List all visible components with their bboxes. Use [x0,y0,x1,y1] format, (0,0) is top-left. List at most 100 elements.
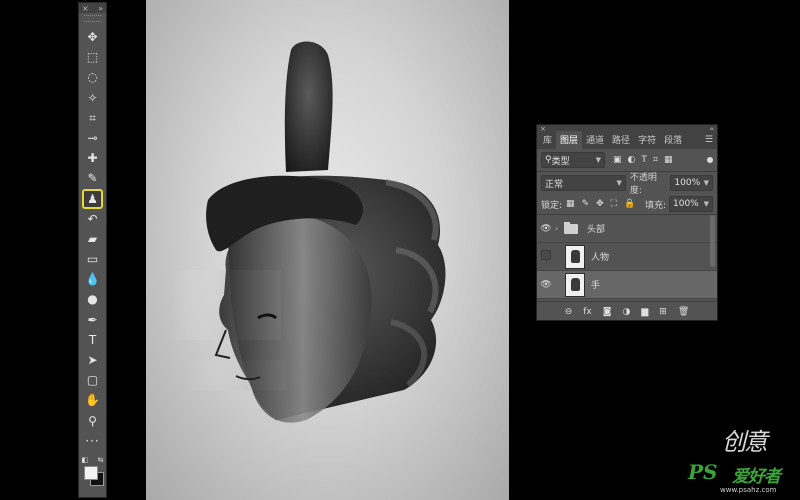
blend-mode-value: 正常 [545,179,564,190]
tools-panel-header: × » [79,3,106,13]
layer-row-selected[interactable]: 👁 手 [537,271,717,299]
lock-icons: ▦ ✎ ✥ ⛶ 🔒 [566,199,635,209]
lock-position-icon[interactable]: ✥ [596,199,604,209]
clone-stamp-tool-icon[interactable]: ♟ [82,188,103,209]
fill-label: 填充: [644,200,666,211]
tab-character[interactable]: 字符 [634,131,660,149]
visibility-eye-icon[interactable]: 👁 [537,224,555,234]
dodge-tool-icon[interactable]: ● [83,290,102,308]
chevron-right-icon[interactable]: › [555,224,564,233]
lock-transparent-pixels-icon[interactable]: ▦ [566,199,575,209]
adjustment-layer-icon[interactable]: ◑ [623,307,631,317]
layer-style-fx-icon[interactable]: fx [583,307,592,317]
layer-row[interactable]: 人物 [537,243,717,271]
fill-field[interactable]: 100% ▼ [669,196,713,212]
thumb-shape [284,41,333,172]
search-icon: ⚲ [545,155,552,165]
opacity-value: 100% [674,178,701,188]
lock-image-pixels-icon[interactable]: ✎ [582,199,590,209]
tool-list: ✥ ⬚ ◌ ✧ ⌗ ⊸ ✚ ✎ ♟ ↶ ▰ ▭ 💧 ● ✒ T ➤ ▢ ✋ ⚲ [79,28,106,430]
eraser-tool-icon[interactable]: ▰ [83,230,102,248]
layer-thumbnail [565,244,585,269]
folder-icon [564,221,578,234]
visibility-off-box[interactable] [537,250,555,263]
rectangle-tool-icon[interactable]: ▢ [83,371,102,389]
layers-panel: × « 库 图层 通道 路径 字符 段落 ☰ ⚲ 类型 ▼ ▣ ◐ T ⌗ ▦ … [537,125,717,320]
color-swatches: ◧ ⇆ [82,456,104,486]
tools-panel-grip[interactable] [84,15,101,22]
watermark-brand-text: 创意 [722,428,768,456]
foreground-color-swatch[interactable] [83,465,98,480]
watermark-url: www.psahz.com [720,486,777,494]
panel-tabs: 库 图层 通道 路径 字符 段落 ☰ [537,131,717,149]
layer-filter-row: ⚲ 类型 ▼ ▣ ◐ T ⌗ ▦ [537,149,717,172]
new-layer-icon[interactable]: ⊞ [659,307,667,317]
filter-toggle[interactable] [707,157,713,163]
marquee-tool-icon[interactable]: ⬚ [83,48,102,66]
path-selection-tool-icon[interactable]: ➤ [83,351,102,369]
document-canvas[interactable] [146,0,509,500]
filter-shape-icon[interactable]: ⌗ [653,155,658,165]
magic-wand-tool-icon[interactable]: ✧ [83,89,102,107]
chevron-down-icon: ▼ [616,179,622,187]
edit-toolbar-button[interactable]: ··· [83,432,102,450]
layer-list: 👁 › 头部 人物 👁 手 [537,215,717,299]
layer-row-group[interactable]: 👁 › 头部 [537,215,717,243]
canvas-artwork [171,41,446,423]
chevron-down-icon: ▼ [703,179,709,187]
add-mask-icon[interactable]: ◙ [603,307,612,317]
layer-name[interactable]: 手 [591,278,600,291]
close-icon[interactable]: × [82,4,89,13]
blur-tool-icon[interactable]: 💧 [83,270,102,288]
swap-colors-icon[interactable]: ⇆ [98,456,104,464]
lock-artboard-icon[interactable]: ⛶ [611,199,617,209]
zoom-tool-icon[interactable]: ⚲ [83,412,102,430]
tab-layers[interactable]: 图层 [556,131,583,149]
filter-kind-dropdown[interactable]: ⚲ 类型 ▼ [541,152,605,168]
tab-libraries[interactable]: 库 [539,131,556,149]
hand-tool-icon[interactable]: ✋ [83,391,102,409]
new-group-icon[interactable]: ▆ [641,307,648,317]
collapse-icon[interactable]: » [98,4,103,13]
tab-paths[interactable]: 路径 [608,131,634,149]
filter-pixel-icon[interactable]: ▣ [613,155,622,165]
collapse-icon[interactable]: « [710,125,714,133]
tools-panel: × » ✥ ⬚ ◌ ✧ ⌗ ⊸ ✚ ✎ ♟ ↶ ▰ ▭ 💧 ● ✒ T ➤ ▢ ✋ ⚲ ··· ◧ ⇆ [79,3,106,497]
lock-row: 锁定: ▦ ✎ ✥ ⛶ 🔒 填充: 100% ▼ [537,194,717,215]
trash-icon[interactable]: 🗑 [678,307,689,317]
chevron-down-icon: ▼ [703,200,709,208]
lasso-tool-icon[interactable]: ◌ [83,68,102,86]
panel-menu-icon[interactable]: ☰ [705,135,713,145]
layers-scrollbar[interactable] [710,215,715,267]
visibility-eye-icon[interactable]: 👁 [537,280,555,290]
lock-all-icon[interactable]: 🔒 [624,199,635,209]
layer-name[interactable]: 人物 [591,250,609,263]
opacity-field[interactable]: 100% ▼ [670,175,713,191]
opacity-label: 不透明度: [629,173,657,196]
fill-value: 100% [673,199,699,209]
gradient-tool-icon[interactable]: ▭ [83,250,102,268]
pen-tool-icon[interactable]: ✒ [83,311,102,329]
history-brush-tool-icon[interactable]: ↶ [83,210,102,228]
layer-name[interactable]: 头部 [587,222,605,235]
watermark-ps-text: PS [688,460,718,484]
chevron-down-icon: ▼ [595,156,601,164]
type-tool-icon[interactable]: T [83,331,102,349]
move-tool-icon[interactable]: ✥ [83,28,102,46]
default-colors-icon[interactable]: ◧ [82,456,89,464]
link-layers-icon[interactable]: ⊖ [565,307,573,317]
layer-thumbnail [565,272,585,297]
tab-channels[interactable]: 通道 [582,131,608,149]
filter-type-icon[interactable]: T [641,155,647,165]
filter-kind-label: 类型 [551,156,570,167]
eyedropper-tool-icon[interactable]: ⊸ [83,129,102,147]
blend-mode-dropdown[interactable]: 正常 ▼ [541,175,626,191]
filter-icons: ▣ ◐ T ⌗ ▦ [613,155,672,165]
filter-adjustment-icon[interactable]: ◐ [628,155,636,165]
tab-paragraph[interactable]: 段落 [660,131,686,149]
crop-tool-icon[interactable]: ⌗ [83,109,102,127]
filter-smart-object-icon[interactable]: ▦ [664,155,673,165]
site-watermark: 创意 PS 爱好者 www.psahz.com [680,410,800,500]
brush-tool-icon[interactable]: ✎ [83,169,102,187]
healing-brush-tool-icon[interactable]: ✚ [83,149,102,167]
